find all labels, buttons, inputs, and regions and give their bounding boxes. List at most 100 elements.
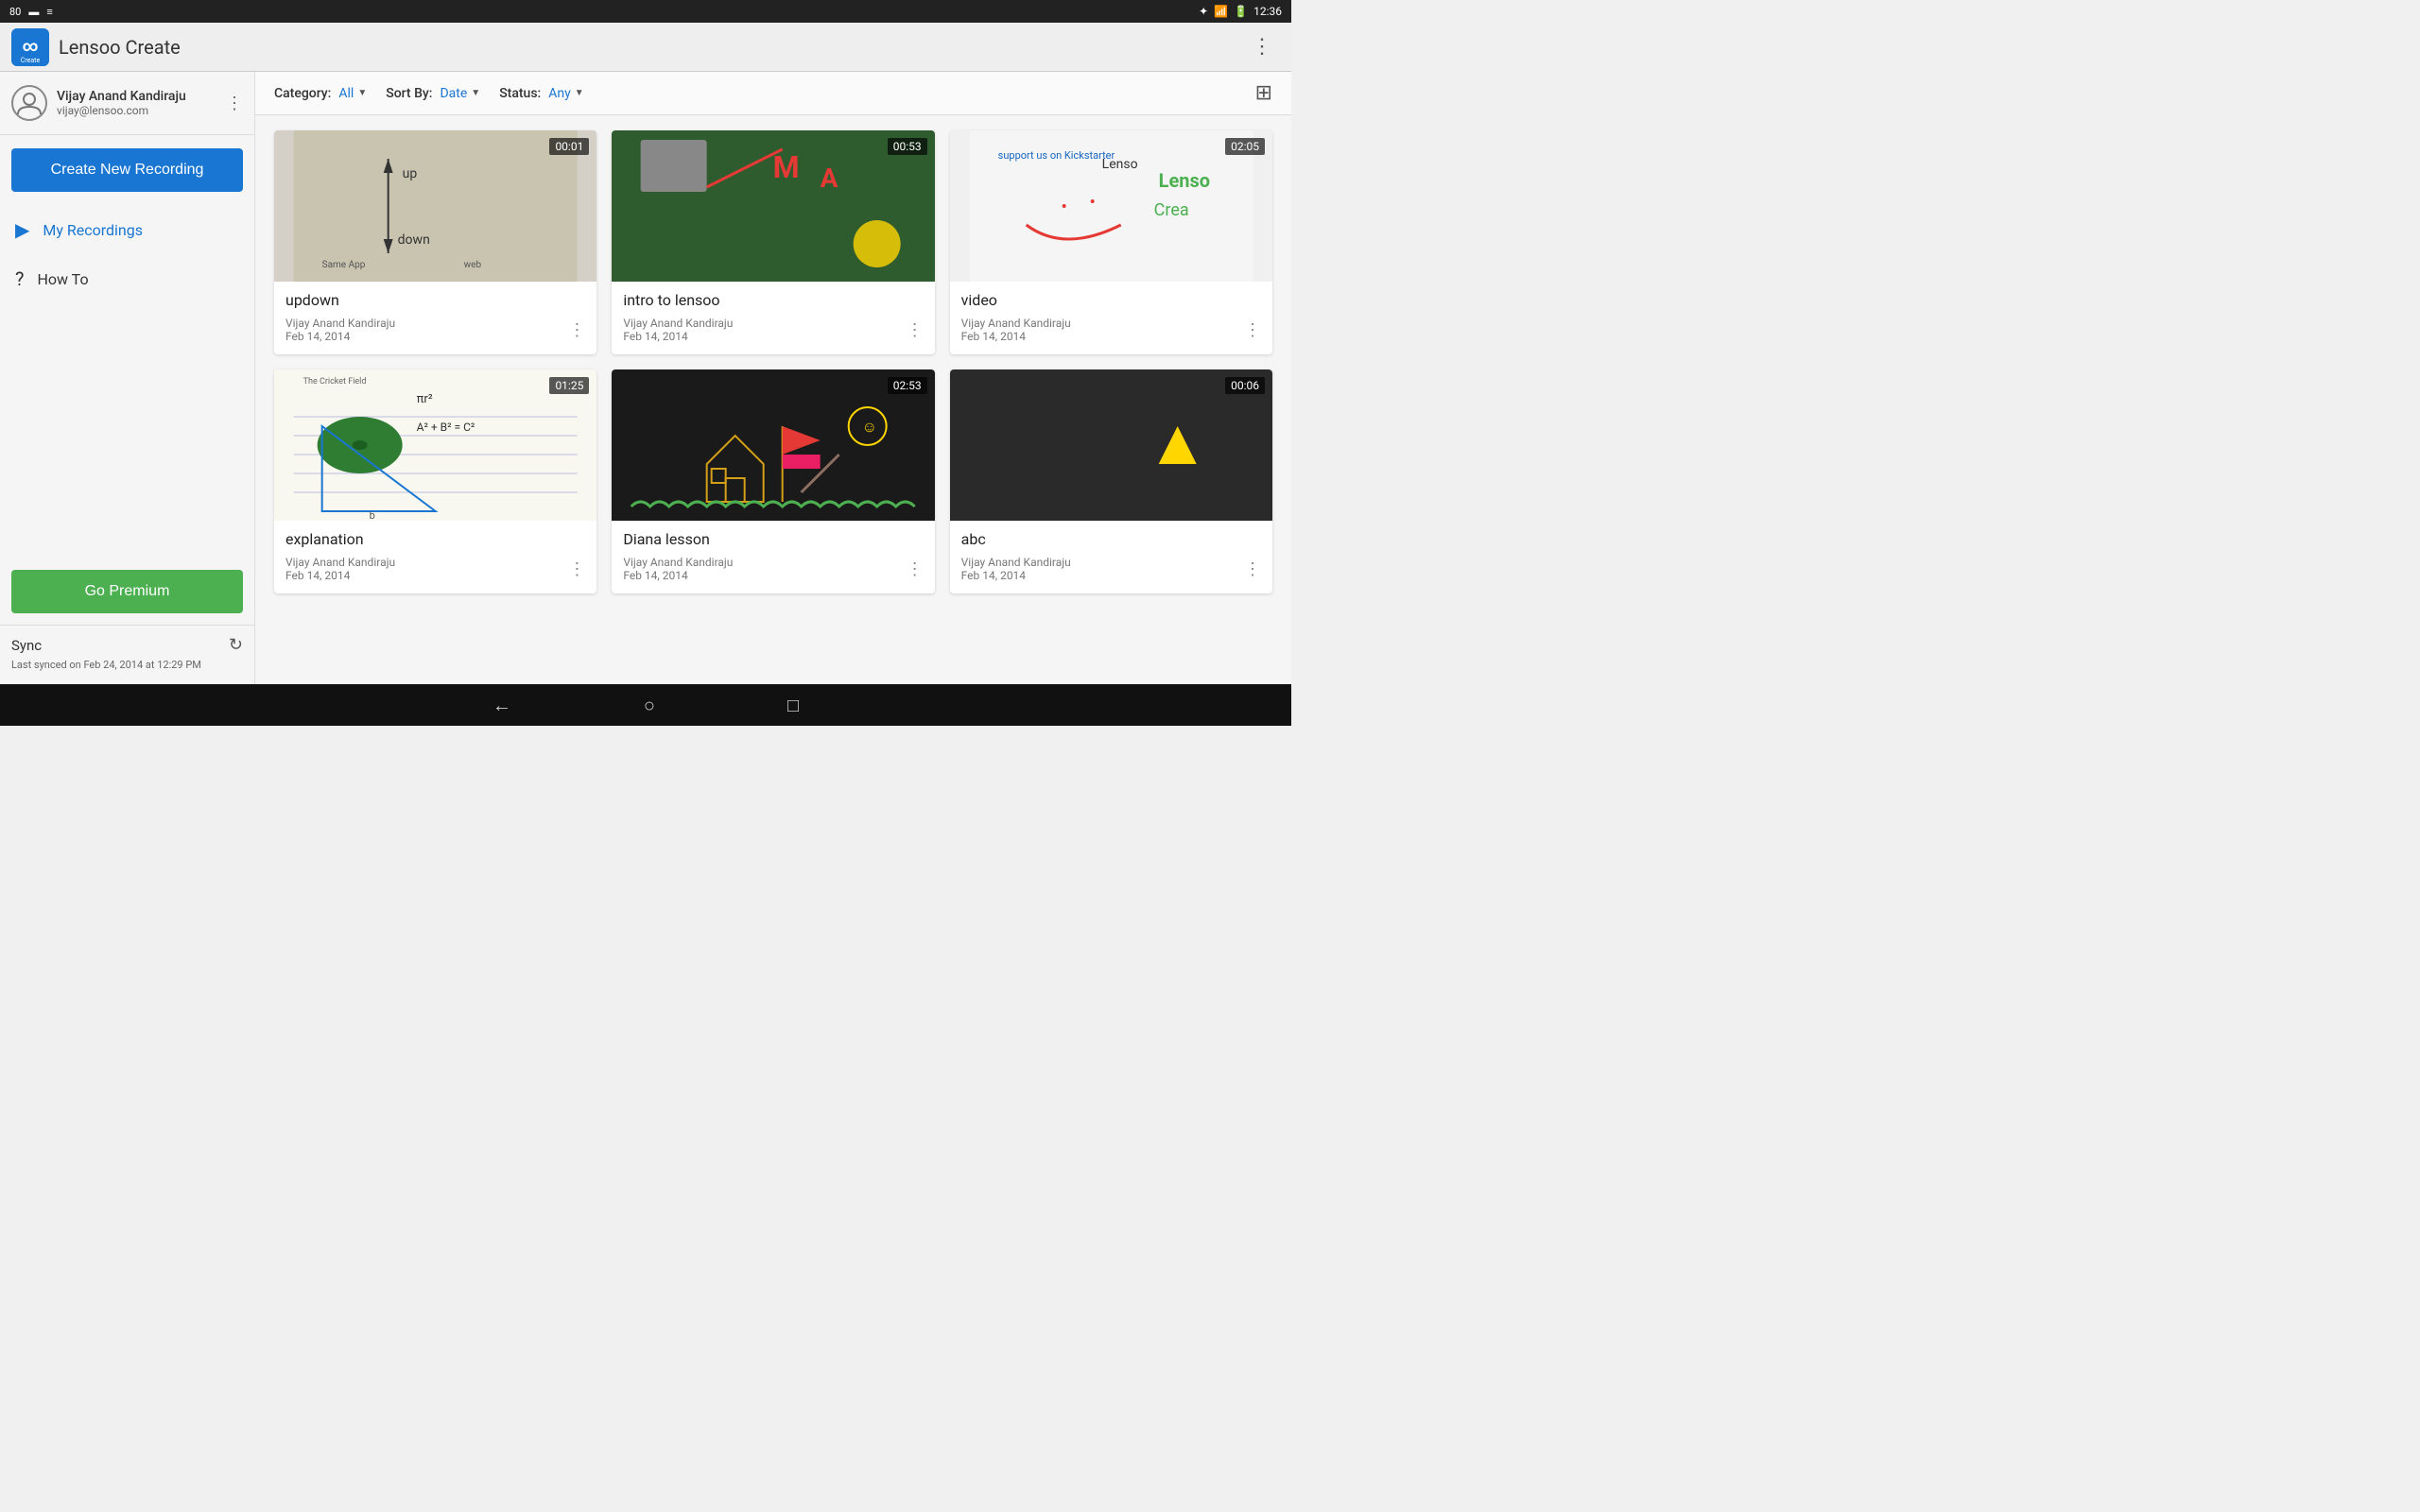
svg-text:☺: ☺ — [862, 418, 877, 436]
author-date-video: Vijay Anand Kandiraju Feb 14, 2014 — [961, 317, 1071, 343]
svg-text:b: b — [370, 509, 375, 521]
duration-updown: 00:01 — [549, 138, 589, 155]
user-menu-icon[interactable]: ⋮ — [226, 94, 243, 113]
title-updown: updown — [285, 291, 585, 309]
svg-text:A² + B² = C²: A² + B² = C² — [417, 421, 475, 434]
svg-text:support us on Kickstarter: support us on Kickstarter — [997, 149, 1115, 162]
author-updown: Vijay Anand Kandiraju — [285, 317, 395, 330]
svg-text:πr²: πr² — [417, 392, 433, 406]
wifi-icon: 📶 — [1214, 5, 1228, 18]
sync-row: Sync ↻ — [11, 635, 243, 655]
duration-explanation: 01:25 — [549, 377, 589, 394]
sync-icon[interactable]: ↻ — [229, 635, 243, 655]
bluetooth-icon: ✦ — [1199, 5, 1208, 18]
question-icon: ? — [15, 267, 24, 290]
title-intro: intro to lensoo — [623, 291, 923, 309]
author-abc: Vijay Anand Kandiraju — [961, 556, 1071, 569]
app-menu-button[interactable]: ⋮ — [1244, 31, 1280, 62]
duration-video: 02:05 — [1225, 138, 1265, 155]
sort-value: Date — [440, 86, 467, 101]
thumbnail-video: support us on Kickstarter Lenso Crea Len… — [950, 130, 1272, 282]
card-menu-explanation[interactable]: ⋮ — [568, 559, 585, 579]
svg-text:up: up — [403, 166, 418, 181]
author-video: Vijay Anand Kandiraju — [961, 317, 1071, 330]
title-abc: abc — [961, 530, 1261, 548]
content-area: Category: All ▼ Sort By: Date ▼ Status: … — [255, 72, 1291, 684]
thumbnail-explanation: The Cricket Field πr² A² + B² = C² b 01:… — [274, 369, 596, 521]
sidebar: Vijay Anand Kandiraju vijay@lensoo.com ⋮… — [0, 72, 255, 684]
recording-card-diana[interactable]: ☺ 02:53 Diana lesson Vijay Anand Kandira… — [612, 369, 934, 593]
author-explanation: Vijay Anand Kandiraju — [285, 556, 395, 569]
svg-text:Lenso: Lenso — [1158, 169, 1209, 192]
back-button[interactable]: ← — [493, 694, 511, 717]
author-intro: Vijay Anand Kandiraju — [623, 317, 733, 330]
duration-diana: 02:53 — [888, 377, 927, 394]
recent-apps-button[interactable]: □ — [787, 694, 799, 717]
card-info-video: video Vijay Anand Kandiraju Feb 14, 2014… — [950, 282, 1272, 354]
card-menu-abc[interactable]: ⋮ — [1244, 559, 1261, 579]
svg-text:The Cricket Field: The Cricket Field — [303, 377, 367, 387]
recording-card-abc[interactable]: 00:06 abc Vijay Anand Kandiraju Feb 14, … — [950, 369, 1272, 593]
date-abc: Feb 14, 2014 — [961, 569, 1071, 582]
card-menu-intro[interactable]: ⋮ — [907, 320, 924, 340]
status-bar-right: ✦ 📶 🔋 12:36 — [1199, 5, 1282, 18]
status-bar-left: 80 ▬ ≡ — [9, 6, 53, 18]
date-intro: Feb 14, 2014 — [623, 330, 733, 343]
svg-text:Create: Create — [21, 57, 41, 64]
author-date-intro: Vijay Anand Kandiraju Feb 14, 2014 — [623, 317, 733, 343]
go-premium-button[interactable]: Go Premium — [11, 570, 243, 613]
card-menu-diana[interactable]: ⋮ — [907, 559, 924, 579]
status-select[interactable]: Any ▼ — [548, 86, 583, 101]
author-diana: Vijay Anand Kandiraju — [623, 556, 733, 569]
thumbnail-diana: ☺ 02:53 — [612, 369, 934, 521]
card-menu-video[interactable]: ⋮ — [1244, 320, 1261, 340]
sidebar-item-how-to[interactable]: ? How To — [0, 254, 254, 303]
card-info-updown: updown Vijay Anand Kandiraju Feb 14, 201… — [274, 282, 596, 354]
sidebar-item-my-recordings[interactable]: ▶ My Recordings — [0, 205, 254, 254]
svg-text:web: web — [464, 260, 482, 270]
sort-chevron: ▼ — [471, 88, 480, 98]
recording-card-updown[interactable]: up down Same App web 00:01 updown Vijay … — [274, 130, 596, 354]
app-title: Lensoo Create — [59, 36, 1244, 59]
recording-card-intro[interactable]: M A 00:53 intro to lensoo Vijay Anand Ka… — [612, 130, 934, 354]
user-info: Vijay Anand Kandiraju vijay@lensoo.com — [57, 89, 226, 117]
home-button[interactable]: ○ — [644, 694, 655, 717]
user-section: Vijay Anand Kandiraju vijay@lensoo.com ⋮ — [0, 72, 254, 135]
signal-strength: 80 — [9, 6, 21, 18]
category-chevron: ▼ — [357, 88, 367, 98]
author-date-abc: Vijay Anand Kandiraju Feb 14, 2014 — [961, 556, 1071, 582]
sync-last-synced: Last synced on Feb 24, 2014 at 12:29 PM — [11, 659, 243, 671]
card-menu-updown[interactable]: ⋮ — [568, 320, 585, 340]
sync-label: Sync — [11, 637, 42, 654]
create-new-recording-button[interactable]: Create New Recording — [11, 148, 243, 192]
date-video: Feb 14, 2014 — [961, 330, 1071, 343]
title-video: video — [961, 291, 1261, 309]
svg-text:A: A — [821, 163, 838, 194]
title-diana: Diana lesson — [623, 530, 923, 548]
category-filter: Category: All ▼ — [274, 86, 367, 101]
category-value: All — [338, 86, 354, 101]
category-select[interactable]: All ▼ — [338, 86, 367, 101]
recording-card-video[interactable]: support us on Kickstarter Lenso Crea Len… — [950, 130, 1272, 354]
camera-icon: ▬ — [28, 6, 39, 18]
main-layout: Vijay Anand Kandiraju vijay@lensoo.com ⋮… — [0, 72, 1291, 684]
grid-view-icon[interactable]: ⊞ — [1255, 81, 1272, 105]
meta-intro: Vijay Anand Kandiraju Feb 14, 2014 ⋮ — [623, 317, 923, 343]
thumbnail-intro: M A 00:53 — [612, 130, 934, 282]
sidebar-item-how-to-label: How To — [37, 270, 88, 288]
date-updown: Feb 14, 2014 — [285, 330, 395, 343]
sort-label: Sort By: — [386, 86, 432, 101]
status-bar: 80 ▬ ≡ ✦ 📶 🔋 12:36 — [0, 0, 1291, 23]
sort-select[interactable]: Date ▼ — [440, 86, 480, 101]
recording-card-explanation[interactable]: The Cricket Field πr² A² + B² = C² b 01:… — [274, 369, 596, 593]
svg-text:Crea: Crea — [1153, 200, 1188, 220]
sidebar-item-my-recordings-label: My Recordings — [43, 221, 143, 239]
status-label: Status: — [499, 86, 541, 101]
filter-bar: Category: All ▼ Sort By: Date ▼ Status: … — [255, 72, 1291, 115]
avatar — [11, 85, 47, 121]
svg-text:Lenso: Lenso — [1101, 157, 1137, 172]
status-chevron: ▼ — [575, 88, 584, 98]
author-date-diana: Vijay Anand Kandiraju Feb 14, 2014 — [623, 556, 733, 582]
status-filter: Status: Any ▼ — [499, 86, 583, 101]
status-value: Any — [548, 86, 571, 101]
